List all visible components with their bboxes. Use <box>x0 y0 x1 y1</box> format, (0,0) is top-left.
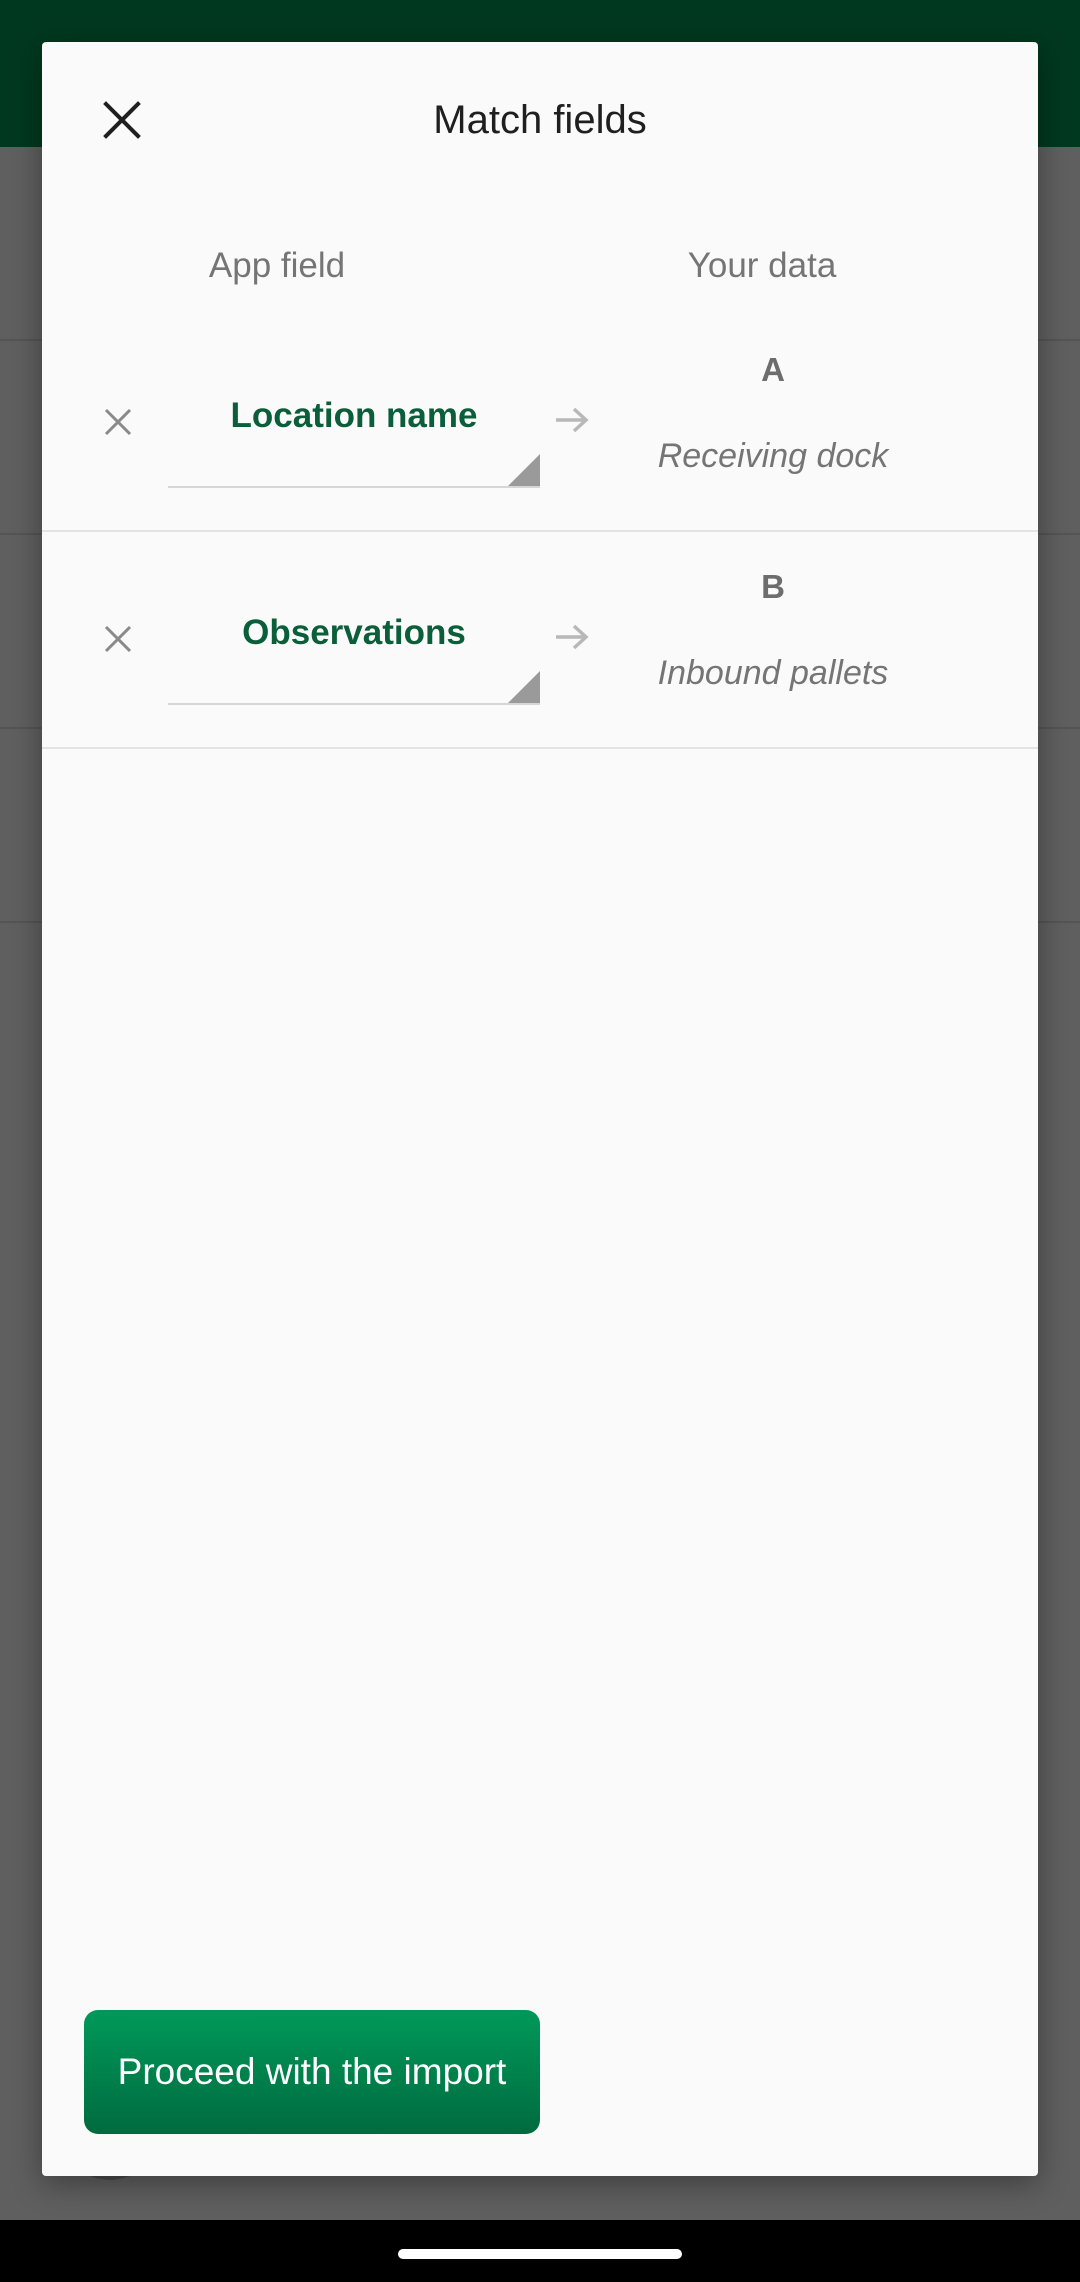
close-icon <box>104 625 132 653</box>
match-fields-dialog: Match fields App field Your data Locatio… <box>42 42 1038 2176</box>
source-sample-value: Receiving dock <box>657 437 889 475</box>
dropdown-corner-icon <box>508 671 540 703</box>
arrow-right-icon <box>550 615 594 659</box>
proceed-import-button[interactable]: Proceed with the import <box>84 2010 540 2134</box>
mapping-row: Location name A Receiving dock <box>42 314 1038 532</box>
source-sample-value: Inbound pallets <box>657 654 889 692</box>
dropdown-corner-icon <box>508 454 540 486</box>
close-icon <box>104 408 132 436</box>
app-field-selected-value: Location name <box>230 396 478 435</box>
home-gesture-handle[interactable] <box>398 2249 682 2259</box>
close-button[interactable] <box>92 90 152 150</box>
app-field-select[interactable]: Observations <box>168 575 540 705</box>
remove-mapping-button[interactable] <box>90 611 146 667</box>
arrow-right-icon <box>550 398 594 442</box>
app-field-column-header: App field <box>208 246 346 285</box>
your-data-column-header: Your data <box>687 246 837 285</box>
source-column-letter: A <box>761 351 785 388</box>
source-column-letter: B <box>761 568 785 605</box>
mapping-row: Observations B Inbound pallets <box>42 531 1038 749</box>
remove-mapping-button[interactable] <box>90 394 146 450</box>
system-navigation-bar <box>0 2220 1080 2282</box>
dialog-title: Match fields <box>433 98 647 142</box>
app-field-selected-value: Observations <box>242 613 466 652</box>
app-field-select[interactable]: Location name <box>168 358 540 488</box>
close-icon <box>103 101 141 139</box>
